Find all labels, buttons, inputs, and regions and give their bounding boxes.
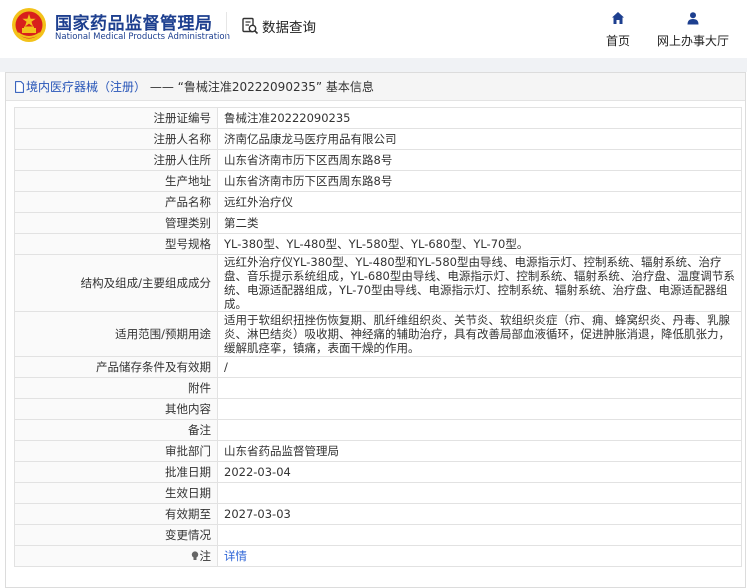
field-label: 产品名称: [14, 191, 218, 213]
field-value: /: [217, 356, 742, 378]
header-divider: [226, 12, 227, 38]
table-row: 生产地址 山东省济南市历下区西周东路8号: [14, 170, 742, 192]
record-card: 境内医疗器械（注册） —— “鲁械注准20222090235” 基本信息 注册证…: [5, 72, 746, 588]
field-value: YL-380型、YL-480型、YL-580型、YL-680型、YL-70型。: [217, 233, 742, 255]
table-row: 生效日期: [14, 482, 742, 504]
field-value: 鲁械注准20222090235: [217, 107, 742, 129]
table-row: 批准日期 2022-03-04: [14, 461, 742, 483]
field-value: 济南亿品康龙马医疗用品有限公司: [217, 128, 742, 150]
field-label: 注册人住所: [14, 149, 218, 171]
note-label-cell: 注: [14, 545, 218, 567]
org-name-en: National Medical Products Administration: [55, 32, 230, 42]
header-gap: [0, 58, 747, 72]
data-query-link[interactable]: 数据查询: [241, 15, 316, 37]
data-query-label: 数据查询: [262, 20, 316, 36]
field-label: 管理类别: [14, 212, 218, 234]
user-icon: [687, 12, 699, 25]
breadcrumb-title: “鲁械注准20222090235” 基本信息: [177, 80, 374, 94]
field-value: [217, 419, 742, 441]
field-value: [217, 524, 742, 546]
field-label: 产品储存条件及有效期: [14, 356, 218, 378]
field-label: 适用范围/预期用途: [14, 311, 218, 357]
field-value: [217, 398, 742, 420]
note-label: 注: [199, 549, 212, 563]
site-header: 国家药品监督管理局 National Medical Products Admi…: [0, 0, 747, 58]
breadcrumb-category-link[interactable]: 境内医疗器械（注册）: [26, 80, 146, 94]
field-label: 审批部门: [14, 440, 218, 462]
field-label: 批准日期: [14, 461, 218, 483]
field-label: 其他内容: [14, 398, 218, 420]
document-icon: [15, 80, 24, 93]
table-row: 备注: [14, 419, 742, 441]
field-label: 型号规格: [14, 233, 218, 255]
field-value: 2022-03-04: [217, 461, 742, 483]
field-label: 变更情况: [14, 524, 218, 546]
field-label: 备注: [14, 419, 218, 441]
field-value: 山东省药品监督管理局: [217, 440, 742, 462]
table-row: 适用范围/预期用途 适用于软组织扭挫伤恢复期、肌纤维组织炎、关节炎、软组织炎症（…: [14, 311, 742, 357]
field-value: 第二类: [217, 212, 742, 234]
field-value: 远红外治疗仪YL-380型、YL-480型和YL-580型由导线、电源指示灯、控…: [217, 254, 742, 312]
field-label: 注册证编号: [14, 107, 218, 129]
nav-home-label: 首页: [605, 34, 630, 48]
field-label: 生产地址: [14, 170, 218, 192]
table-row: 注册证编号 鲁械注准20222090235: [14, 107, 742, 129]
record-table: 注册证编号 鲁械注准20222090235 注册人名称 济南亿品康龙马医疗用品有…: [14, 107, 742, 567]
national-emblem-icon: [12, 8, 46, 42]
note-row: 注 详情: [14, 545, 742, 567]
field-label: 结构及组成/主要组成成分: [14, 254, 218, 312]
field-label: 注册人名称: [14, 128, 218, 150]
table-row: 有效期至 2027-03-03: [14, 503, 742, 525]
table-row: 注册人住所 山东省济南市历下区西周东路8号: [14, 149, 742, 171]
field-label: 附件: [14, 377, 218, 399]
field-value: 远红外治疗仪: [217, 191, 742, 213]
field-value: 适用于软组织扭挫伤恢复期、肌纤维组织炎、关节炎、软组织炎症（疖、痈、蜂窝织炎、丹…: [217, 311, 742, 357]
field-label: 生效日期: [14, 482, 218, 504]
nav-online-hall[interactable]: 网上办事大厅: [653, 10, 733, 49]
table-row: 变更情况: [14, 524, 742, 546]
data-query-icon: [242, 17, 259, 35]
table-row: 产品储存条件及有效期 /: [14, 356, 742, 378]
nav-home[interactable]: 首页: [578, 10, 658, 49]
details-link[interactable]: 详情: [224, 549, 247, 563]
field-value: [217, 377, 742, 399]
home-icon: [612, 12, 624, 24]
note-value-cell: 详情: [217, 545, 742, 567]
table-row: 其他内容: [14, 398, 742, 420]
breadcrumb-separator: ——: [146, 80, 178, 94]
lightbulb-icon: [191, 551, 198, 560]
field-value: 山东省济南市历下区西周东路8号: [217, 149, 742, 171]
table-row: 附件: [14, 377, 742, 399]
nav-online-hall-label: 网上办事大厅: [656, 34, 729, 48]
org-name-cn: 国家药品监督管理局: [55, 14, 213, 34]
table-row: 管理类别 第二类: [14, 212, 742, 234]
breadcrumb: 境内医疗器械（注册） —— “鲁械注准20222090235” 基本信息: [6, 73, 745, 101]
field-label: 有效期至: [14, 503, 218, 525]
table-row: 注册人名称 济南亿品康龙马医疗用品有限公司: [14, 128, 742, 150]
table-row: 产品名称 远红外治疗仪: [14, 191, 742, 213]
table-row: 审批部门 山东省药品监督管理局: [14, 440, 742, 462]
table-row: 结构及组成/主要组成成分 远红外治疗仪YL-380型、YL-480型和YL-58…: [14, 254, 742, 312]
table-row: 型号规格 YL-380型、YL-480型、YL-580型、YL-680型、YL-…: [14, 233, 742, 255]
field-value: [217, 482, 742, 504]
field-value: 山东省济南市历下区西周东路8号: [217, 170, 742, 192]
field-value: 2027-03-03: [217, 503, 742, 525]
